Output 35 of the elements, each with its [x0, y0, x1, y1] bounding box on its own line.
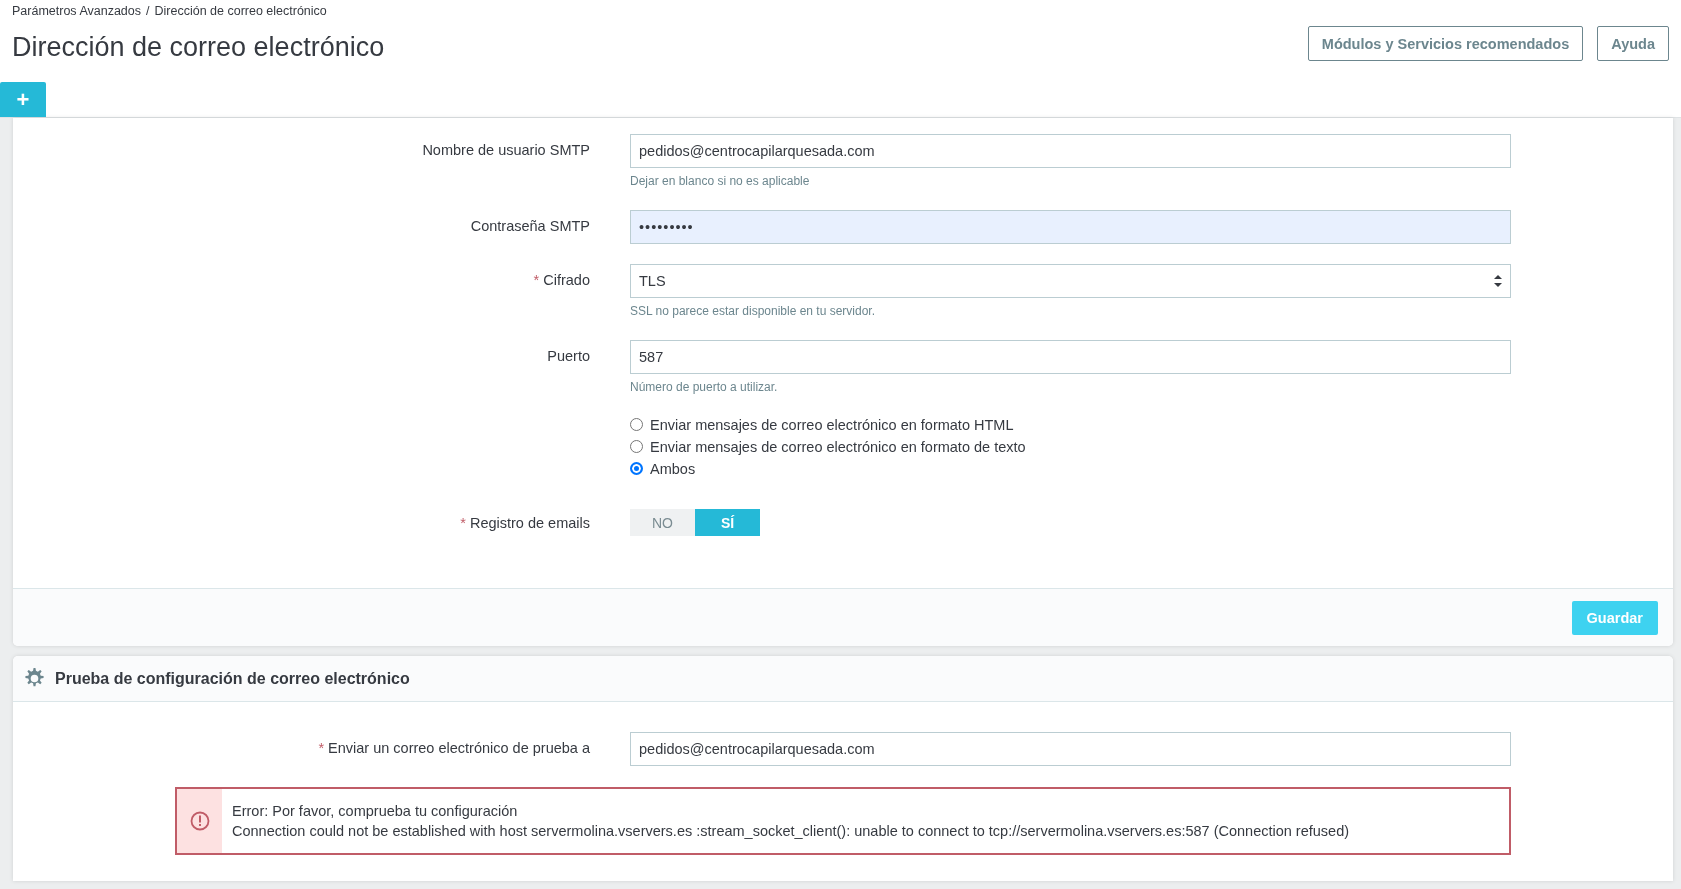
help-text: SSL no parece estar disponible en tu servidor. [630, 304, 877, 318]
header-button[interactable]: Módulos y Servicios recomendados [1307, 26, 1584, 61]
field-label: Cifrado [543, 272, 590, 288]
radio-label[interactable]: Enviar mensajes de correo electrónico en formato HTML [650, 416, 1014, 433]
field-label: Nombre de usuario SMTP [422, 142, 590, 158]
required-mark: * [318, 740, 325, 756]
breadcrumb-link[interactable]: Parámetros Avanzados [12, 4, 141, 18]
panel-title: Prueba de configuración de correo electrónico [55, 669, 410, 688]
radio-label[interactable]: Enviar mensajes de correo electrónico en formato de texto [650, 438, 1026, 455]
select-dropdown[interactable]: TLS [630, 264, 1511, 298]
field-label: Contraseña SMTP [470, 218, 590, 234]
required-mark: * [533, 272, 540, 288]
radio-button[interactable] [630, 440, 643, 453]
text-input[interactable]: pedidos@centrocapilarquesada.com [630, 134, 1511, 168]
breadcrumb-separator: / [146, 4, 150, 18]
radio-label[interactable]: Ambos [650, 460, 696, 477]
alert-icon [189, 811, 210, 831]
radio-button[interactable] [630, 418, 643, 431]
required-mark: * [460, 515, 466, 531]
help-text: Número de puerto a utilizar. [630, 380, 779, 394]
text-input[interactable]: 587 [630, 340, 1511, 374]
password-input[interactable]: ••••••••• [630, 210, 1511, 244]
email-input[interactable]: pedidos@centrocapilarquesada.com [630, 732, 1511, 766]
error-title: Error: Por favor, comprueba tu configuración [232, 802, 519, 821]
header-button[interactable]: Ayuda [1597, 26, 1669, 61]
field-label: Registro de emails [469, 515, 590, 531]
field-label: Enviar un correo electrónico de prueba a [328, 740, 590, 756]
settings-icon [24, 668, 45, 689]
breadcrumb-link[interactable]: Dirección de correo electrónico [154, 4, 327, 18]
error-message: Connection could not be established with host servermolina.vservers.es :stream_socket_client(): unable to connect to tcp://servermolina.vservers.es:587 (Connection refused) [232, 822, 1350, 841]
page-title: Dirección de correo electrónico [12, 32, 385, 63]
radio-button[interactable] [630, 462, 643, 475]
field-label: Puerto [547, 348, 590, 364]
help-text: Dejar en blanco si no es aplicable [630, 174, 811, 188]
select-arrows-icon [1494, 275, 1502, 287]
